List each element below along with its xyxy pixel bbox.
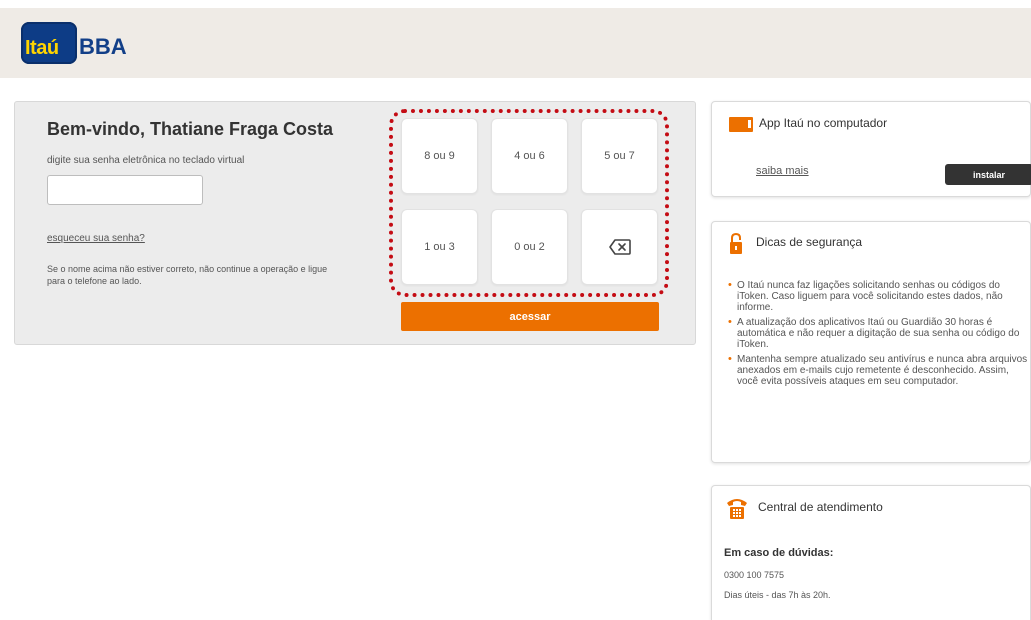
app-itau-card: App Itaú no computador saiba mais instal… [711,101,1031,197]
itau-logo-box: Itaú [21,22,77,64]
phone-icon [727,499,747,519]
duvidas-heading: Em caso de dúvidas: [724,547,834,559]
central-card-title: Central de atendimento [758,500,883,514]
keypad-key-2[interactable]: 4 ou 6 [491,118,568,194]
logo-main-text: Itaú [25,37,59,59]
lock-icon [730,232,742,254]
logo-suffix-text: BBA [79,34,127,59]
instalar-button[interactable]: instalar [945,164,1031,185]
forgot-password-link[interactable]: esqueceu sua senha? [47,233,145,244]
backspace-icon [608,239,631,255]
name-warning-text: Se o nome acima não estiver correto, não… [47,264,328,286]
keypad-backspace-button[interactable] [581,209,658,285]
phone-number: 0300 100 7575 [724,570,785,580]
security-card-title: Dicas de segurança [756,235,863,249]
central-atendimento-card: Central de atendimento Em caso de dúvida… [711,485,1031,620]
security-tips-list: O Itaú nunca faz ligações solicitando se… [728,280,1028,391]
security-tips-card: Dicas de segurança O Itaú nunca faz liga… [711,221,1031,463]
keypad-key-5[interactable]: 0 ou 2 [491,209,568,285]
password-instruction: digite sua senha eletrônica no teclado v… [47,155,245,166]
app-card-title: App Itaú no computador [759,116,888,130]
security-tip: A atualização dos aplicativos Itaú ou Gu… [728,317,1028,350]
security-tip: Mantenha sempre atualizado seu antivírus… [728,354,1028,387]
itau-bba-logo[interactable]: Itaú BBA [21,22,127,64]
keypad-key-4[interactable]: 1 ou 3 [401,209,478,285]
saiba-mais-link[interactable]: saiba mais [756,165,809,177]
acessar-button[interactable]: acessar [401,302,659,331]
laptop-icon [729,117,753,132]
service-hours: Dias úteis - das 7h às 20h. [724,590,831,600]
security-tip: O Itaú nunca faz ligações solicitando se… [728,280,1028,313]
password-input[interactable] [47,175,203,205]
keypad-key-1[interactable]: 8 ou 9 [401,118,478,194]
keypad-key-3[interactable]: 5 ou 7 [581,118,658,194]
header-bar: Itaú BBA [0,8,1031,78]
welcome-title: Bem-vindo, Thatiane Fraga Costa [47,119,334,139]
